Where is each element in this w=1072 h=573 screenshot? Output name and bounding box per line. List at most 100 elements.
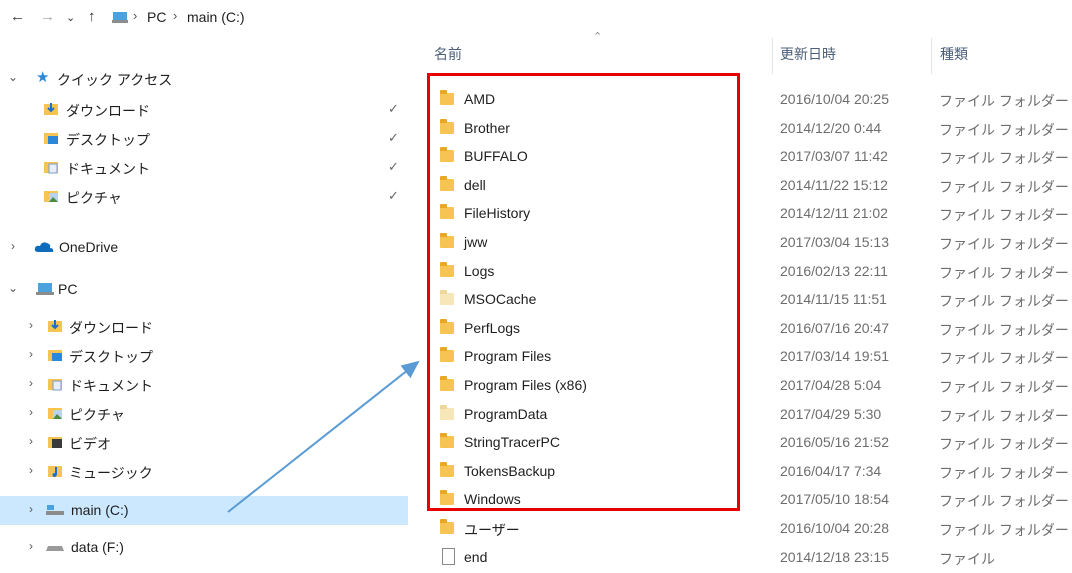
folder-icon — [440, 376, 454, 391]
file-type: ファイル フォルダー — [939, 436, 1069, 453]
pin-icon[interactable]: ✓ — [388, 101, 399, 117]
sidebar-item-data-f[interactable]: › data (F:) — [0, 533, 408, 562]
folder-icon — [440, 519, 454, 534]
file-type: ファイル フォルダー — [939, 321, 1069, 338]
file-row[interactable]: StringTracerPC 2016/05/16 21:52 ファイル フォルダー — [420, 428, 1072, 457]
file-row[interactable]: AMD 2016/10/04 20:25 ファイル フォルダー — [420, 85, 1072, 114]
file-modified-date: 2014/11/15 11:51 — [780, 291, 887, 308]
file-name: ユーザー — [464, 522, 520, 538]
file-name: jww — [464, 234, 488, 250]
music-folder-icon — [48, 464, 64, 478]
folder-icon — [440, 404, 454, 420]
file-row[interactable]: PerfLogs 2016/07/16 20:47 ファイル フォルダー — [420, 314, 1072, 343]
sidebar-item-main-c[interactable]: › main (C:) — [0, 496, 408, 525]
documents-folder-icon — [44, 160, 60, 174]
file-modified-date: 2017/03/07 11:42 — [780, 148, 888, 165]
chevron-right-icon[interactable]: › — [24, 434, 38, 448]
chevron-right-icon[interactable]: › — [24, 502, 38, 516]
sidebar-item-pc-videos[interactable]: › ビデオ — [0, 428, 408, 457]
pin-icon[interactable]: ✓ — [388, 130, 399, 146]
breadcrumb-separator-icon: › — [173, 8, 178, 23]
chevron-down-icon[interactable]: ⌄ — [66, 11, 75, 24]
sidebar-item-pc-downloads[interactable]: › ダウンロード — [0, 312, 408, 341]
file-row[interactable]: FileHistory 2014/12/11 21:02 ファイル フォルダー — [420, 199, 1072, 228]
file-name: Logs — [464, 262, 495, 279]
column-header-name[interactable]: 名前 — [434, 44, 462, 64]
sidebar-item-pc-music[interactable]: › ミュージック — [0, 457, 408, 486]
chevron-right-icon[interactable]: › — [24, 463, 38, 477]
sidebar-item-downloads[interactable]: ダウンロード ✓ — [0, 95, 408, 124]
sidebar-item-pc-documents[interactable]: › ドキュメント — [0, 370, 408, 399]
chevron-right-icon[interactable]: › — [6, 239, 20, 253]
pc-icon — [36, 282, 54, 296]
sidebar-item-label: ピクチャ — [69, 407, 125, 423]
documents-folder-icon — [48, 377, 64, 391]
pin-icon[interactable]: ✓ — [388, 159, 399, 175]
sidebar-item-label: クイック アクセス — [57, 72, 173, 88]
star-icon: ★ — [36, 69, 50, 86]
drive-icon — [46, 540, 64, 554]
chevron-right-icon[interactable]: › — [24, 347, 38, 361]
file-name: FileHistory — [464, 205, 531, 222]
sidebar-item-label: ミュージック — [69, 465, 153, 481]
sidebar-item-label: デスクトップ — [69, 349, 153, 365]
system-drive-icon — [46, 503, 64, 517]
chevron-right-icon[interactable]: › — [24, 405, 38, 419]
folder-icon — [440, 118, 454, 134]
sidebar-item-label: OneDrive — [59, 239, 119, 255]
column-divider[interactable] — [931, 38, 932, 74]
breadcrumb-main-c[interactable]: main (C:) — [187, 9, 245, 25]
chevron-right-icon[interactable]: › — [24, 318, 38, 332]
file-row[interactable]: Program Files (x86) 2017/04/28 5:04 ファイル フ… — [420, 371, 1072, 400]
file-row[interactable]: end 2014/12/18 23:15 ファイル — [420, 543, 1072, 572]
file-row[interactable]: Logs 2016/02/13 22:11 ファイル フォルダー — [420, 257, 1072, 286]
sidebar-item-onedrive[interactable]: › OneDrive — [0, 233, 408, 262]
column-divider[interactable] — [772, 38, 773, 74]
breadcrumb-pc[interactable]: PC — [147, 9, 166, 25]
folder-icon — [440, 233, 454, 248]
file-type: ファイル フォルダー — [939, 236, 1069, 252]
pictures-folder-icon — [48, 406, 64, 420]
file-modified-date: 2016/05/16 21:52 — [780, 434, 889, 451]
file-type: ファイル フォルダー — [939, 350, 1069, 367]
file-row[interactable]: BUFFALO 2017/03/07 11:42 ファイル フォルダー — [420, 142, 1072, 171]
sidebar-item-documents[interactable]: ドキュメント ✓ — [0, 153, 408, 182]
file-row[interactable]: MSOCache 2014/11/15 11:51 ファイル フォルダー — [420, 285, 1072, 314]
file-row[interactable]: dell 2014/11/22 15:12 ファイル フォルダー — [420, 171, 1072, 200]
arrow-up-icon[interactable]: ↑ — [88, 8, 96, 25]
column-header-date[interactable]: 更新日時 — [780, 44, 836, 64]
file-row[interactable]: Windows 2017/05/10 18:54 ファイル フォルダー — [420, 485, 1072, 514]
chevron-down-icon[interactable]: ⌄ — [6, 70, 20, 84]
sidebar-item-quick-access[interactable]: ⌄ ★ クイック アクセス — [0, 64, 408, 93]
sidebar-item-label: ドキュメント — [66, 161, 150, 177]
file-modified-date: 2017/05/10 18:54 — [780, 491, 889, 508]
file-row[interactable]: Brother 2014/12/20 0:44 ファイル フォルダー — [420, 114, 1072, 143]
sidebar-item-desktop[interactable]: デスクトップ ✓ — [0, 124, 408, 153]
file-name: StringTracerPC — [464, 434, 560, 451]
file-name: Brother — [464, 119, 510, 136]
file-row[interactable]: TokensBackup 2016/04/17 7:34 ファイル フォルダー — [420, 457, 1072, 486]
sidebar-item-pc-pictures[interactable]: › ピクチャ — [0, 399, 408, 428]
sidebar-item-pictures[interactable]: ピクチャ ✓ — [0, 182, 408, 211]
pin-icon[interactable]: ✓ — [388, 188, 399, 204]
column-header-type[interactable]: 種類 — [940, 44, 968, 64]
chevron-right-icon[interactable]: › — [24, 539, 38, 553]
chevron-right-icon[interactable]: › — [24, 376, 38, 390]
folder-icon — [440, 490, 454, 506]
file-name: Windows — [464, 491, 521, 508]
arrow-left-icon[interactable]: ← — [10, 8, 25, 25]
sidebar-item-pc[interactable]: ⌄ PC — [0, 275, 408, 304]
arrow-right-icon[interactable]: → — [40, 8, 55, 25]
file-type: ファイル フォルダー — [939, 464, 1069, 481]
file-modified-date: 2016/07/16 20:47 — [780, 319, 889, 336]
file-row[interactable]: ユーザー 2016/10/04 20:28 ファイル フォルダー — [420, 514, 1072, 543]
file-row[interactable]: ProgramData 2017/04/29 5:30 ファイル フォルダー — [420, 400, 1072, 429]
sidebar-item-pc-desktop[interactable]: › デスクトップ — [0, 341, 408, 370]
file-row[interactable]: jww 2017/03/04 15:13 ファイル フォルダー — [420, 228, 1072, 257]
sidebar-item-label: PC — [58, 281, 78, 297]
file-modified-date: 2017/03/04 15:13 — [780, 234, 889, 250]
file-modified-date: 2016/02/13 22:11 — [780, 262, 888, 279]
chevron-down-icon[interactable]: ⌄ — [6, 281, 20, 295]
file-row[interactable]: Program Files 2017/03/14 19:51 ファイル フォルダー — [420, 342, 1072, 371]
download-folder-icon — [44, 102, 60, 116]
